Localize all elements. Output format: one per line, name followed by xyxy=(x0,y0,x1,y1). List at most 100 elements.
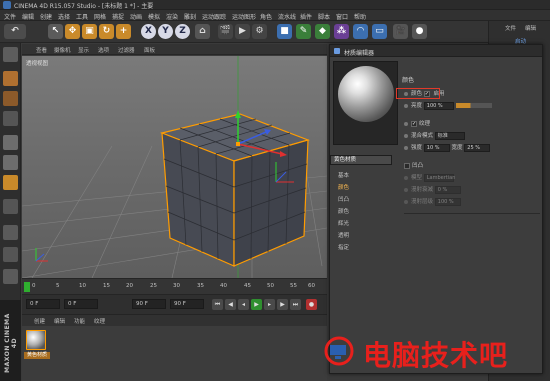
workplane-mode-button[interactable] xyxy=(3,111,18,126)
current-frame-field[interactable]: 0 F xyxy=(26,299,60,309)
channel-basic[interactable]: 基本 xyxy=(338,171,349,179)
menu-pipeline[interactable]: 流水线 xyxy=(278,12,296,21)
x-axis-lock-button[interactable]: X xyxy=(141,24,156,39)
mat-menu-function[interactable]: 功能 xyxy=(74,317,85,325)
edges-mode-button[interactable] xyxy=(3,155,18,170)
menu-tools[interactable]: 工具 xyxy=(76,12,88,21)
channel-bump[interactable]: 凹凸 xyxy=(338,195,349,203)
prev-key-button[interactable]: ◀ xyxy=(225,299,236,310)
menu-motion-tracking[interactable]: 运动跟踪 xyxy=(202,12,226,21)
bend-deformer-button[interactable]: ◠ xyxy=(353,24,368,39)
make-editable-button[interactable] xyxy=(3,47,18,62)
menu-simulate[interactable]: 模拟 xyxy=(148,12,160,21)
texture-mode-button[interactable] xyxy=(3,91,18,106)
menu-script[interactable]: 脚本 xyxy=(318,12,330,21)
menu-sculpt[interactable]: 雕刻 xyxy=(184,12,196,21)
mat-menu-edit[interactable]: 编辑 xyxy=(54,317,65,325)
y-axis-lock-button[interactable]: Y xyxy=(158,24,173,39)
mix-strength-row[interactable]: 强度 10 % 宽度 25 % xyxy=(404,143,491,152)
channel-transparency[interactable]: 透明 xyxy=(338,231,349,239)
timeline-ruler[interactable]: 0 5 10 15 20 25 30 35 40 45 50 55 60 xyxy=(22,278,327,294)
workplane-button[interactable] xyxy=(3,247,18,262)
menu-create[interactable]: 创建 xyxy=(40,12,52,21)
playhead-marker[interactable] xyxy=(24,282,30,292)
rotate-tool-button[interactable]: ↻ xyxy=(99,24,114,39)
viewport-scene xyxy=(22,56,327,278)
viewport-menu-view[interactable]: 查看 xyxy=(36,46,47,54)
highlight-box xyxy=(396,88,440,99)
render-settings-button[interactable]: ⚙ xyxy=(252,24,267,39)
material-swatch-label[interactable]: 黄色材质 xyxy=(24,352,50,359)
material-editor-titlebar[interactable]: 材质编辑器 xyxy=(330,45,542,57)
mix-mode-row[interactable]: 混合模式 标准 xyxy=(404,131,465,140)
mat-menu-texture[interactable]: 纹理 xyxy=(94,317,105,325)
viewport-menu-display[interactable]: 显示 xyxy=(78,46,89,54)
snap-button[interactable] xyxy=(3,225,18,240)
live-select-button[interactable]: ↖ xyxy=(48,24,63,39)
axis-mode-button[interactable] xyxy=(3,199,18,214)
solo-button[interactable] xyxy=(3,269,18,284)
viewport-menu-cameras[interactable]: 摄像机 xyxy=(54,46,71,54)
menu-render[interactable]: 渲染 xyxy=(166,12,178,21)
menu-file[interactable]: 文件 xyxy=(4,12,16,21)
menu-mograph[interactable]: 运动图形 xyxy=(232,12,256,21)
material-swatch[interactable] xyxy=(26,330,46,350)
move-tool-button[interactable]: ✥ xyxy=(65,24,80,39)
maxon-logo: MAXON CINEMA 4D xyxy=(0,300,21,381)
menu-plugins[interactable]: 插件 xyxy=(300,12,312,21)
menu-mesh[interactable]: 网格 xyxy=(94,12,106,21)
channel-glow[interactable]: 辉光 xyxy=(338,219,349,227)
prev-frame-button[interactable]: ◂ xyxy=(238,299,249,310)
points-mode-button[interactable] xyxy=(3,135,18,150)
viewport-menu-panel[interactable]: 面板 xyxy=(144,46,155,54)
floor-button[interactable]: ▭ xyxy=(372,24,387,39)
right-menu-file[interactable]: 文件 xyxy=(505,24,516,32)
max-frame-field[interactable]: 90 F xyxy=(170,299,204,309)
menu-edit[interactable]: 编辑 xyxy=(22,12,34,21)
array-button[interactable]: ⁂ xyxy=(334,24,349,39)
record-button[interactable]: ● xyxy=(306,299,317,310)
viewport-menu-options[interactable]: 选项 xyxy=(98,46,109,54)
menu-snap[interactable]: 捕捉 xyxy=(112,12,124,21)
channel-color-2[interactable]: 颜色 xyxy=(338,207,349,215)
undo-button[interactable]: ↶ xyxy=(4,24,26,39)
recent-tool-button[interactable]: + xyxy=(116,24,131,39)
start-frame-field[interactable]: 0 F xyxy=(64,299,98,309)
channel-assign[interactable]: 指定 xyxy=(338,243,349,251)
play-button[interactable]: ▶ xyxy=(251,299,262,310)
mat-menu-create[interactable]: 创建 xyxy=(34,317,45,325)
subdivision-surface-button[interactable]: ◆ xyxy=(315,24,330,39)
right-menu-edit[interactable]: 编辑 xyxy=(525,24,536,32)
coordinate-system-button[interactable]: ⌂ xyxy=(195,24,210,39)
render-view-button[interactable]: 🎬 xyxy=(218,24,233,39)
menu-character[interactable]: 角色 xyxy=(260,12,272,21)
spline-pen-button[interactable]: ✎ xyxy=(296,24,311,39)
cube-object-button[interactable]: ■ xyxy=(277,24,292,39)
menu-animate[interactable]: 动画 xyxy=(130,12,142,21)
goto-end-button[interactable]: ⏭ xyxy=(290,299,301,310)
perspective-viewport[interactable]: 透视视图 xyxy=(22,56,327,278)
next-frame-button[interactable]: ▸ xyxy=(264,299,275,310)
scale-tool-button[interactable]: ▣ xyxy=(82,24,97,39)
light-button[interactable]: ● xyxy=(412,24,427,39)
goto-start-button[interactable]: ⏮ xyxy=(212,299,223,310)
menu-select[interactable]: 选择 xyxy=(58,12,70,21)
end-frame-field[interactable]: 90 F xyxy=(132,299,166,309)
render-picture-viewer-button[interactable]: ▶ xyxy=(235,24,250,39)
menu-window[interactable]: 窗口 xyxy=(336,12,348,21)
timeline-ticks: 0 5 10 15 20 25 30 35 40 45 50 55 60 xyxy=(32,283,317,291)
viewport-menu-filter[interactable]: 过滤器 xyxy=(118,46,135,54)
material-preview[interactable] xyxy=(333,61,398,145)
brightness-row[interactable]: 亮度 100 % xyxy=(404,101,492,110)
model-mode-button[interactable] xyxy=(3,71,18,86)
polygons-mode-button[interactable] xyxy=(3,175,18,190)
menu-help[interactable]: 帮助 xyxy=(354,12,366,21)
z-axis-lock-button[interactable]: Z xyxy=(175,24,190,39)
next-key-button[interactable]: ▶ xyxy=(277,299,288,310)
bump-row[interactable]: 凹凸 xyxy=(404,161,423,170)
brightness-slider[interactable] xyxy=(455,103,492,108)
material-name-field[interactable]: 黄色材质 xyxy=(330,155,392,165)
camera-button[interactable]: 🎥 xyxy=(393,24,408,39)
texture-row[interactable]: ✓ 纹理 xyxy=(404,119,430,128)
channel-color[interactable]: 颜色 xyxy=(338,183,349,191)
